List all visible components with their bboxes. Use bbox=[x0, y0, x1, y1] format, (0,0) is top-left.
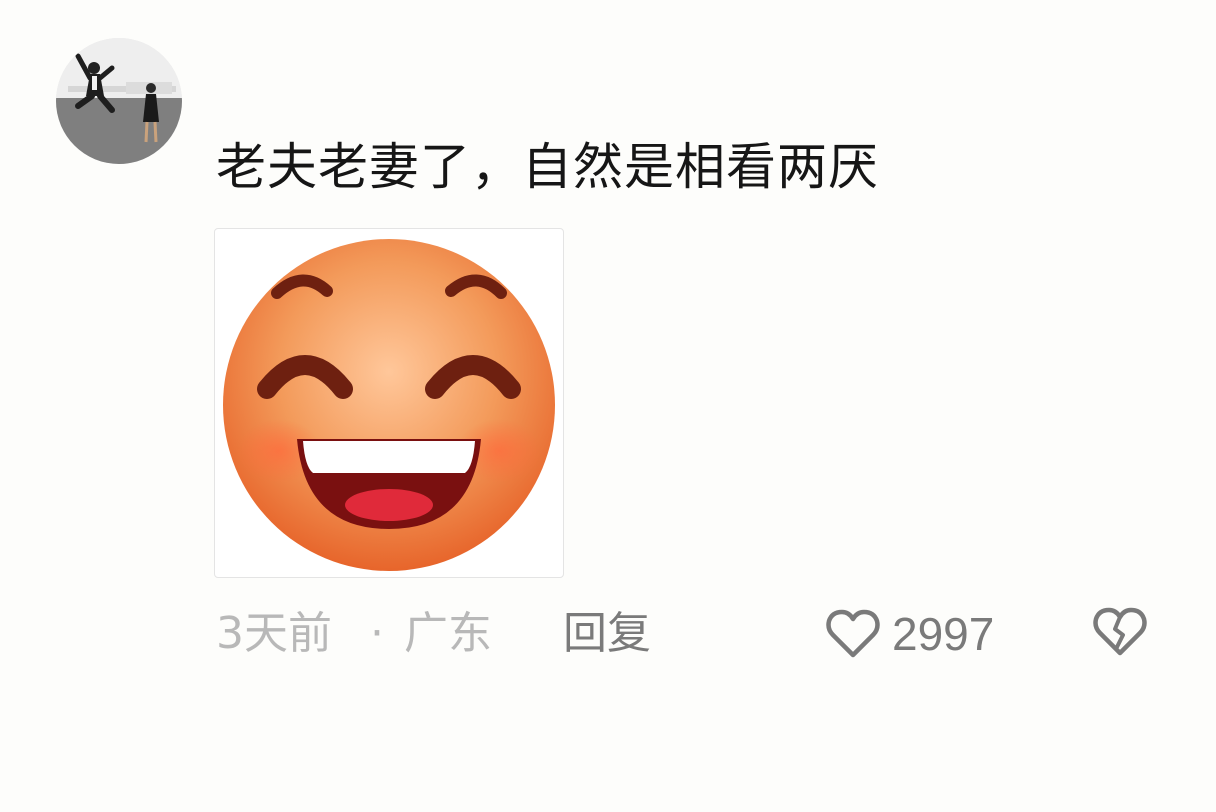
heart-outline-icon bbox=[826, 609, 880, 659]
like-button[interactable]: 2997 bbox=[826, 600, 994, 668]
comment-location: 广东 bbox=[404, 608, 492, 659]
like-count: 2997 bbox=[892, 608, 995, 660]
reply-button[interactable]: 回复 bbox=[563, 600, 651, 668]
meta-separator: · bbox=[370, 608, 384, 659]
emoji-sticker-image[interactable] bbox=[214, 228, 564, 578]
comment-time: 3天前 bbox=[216, 608, 332, 659]
broken-heart-icon bbox=[1093, 607, 1147, 656]
comment-meta-row: 3天前 · 广东 回复 2997 bbox=[0, 600, 1216, 670]
dislike-button[interactable] bbox=[1093, 607, 1147, 661]
avatar-photo bbox=[56, 38, 182, 164]
grinning-face-icon bbox=[223, 239, 555, 571]
comment-text: 老夫老妻了，自然是相看两厌 bbox=[216, 138, 879, 196]
user-avatar[interactable] bbox=[56, 38, 182, 164]
